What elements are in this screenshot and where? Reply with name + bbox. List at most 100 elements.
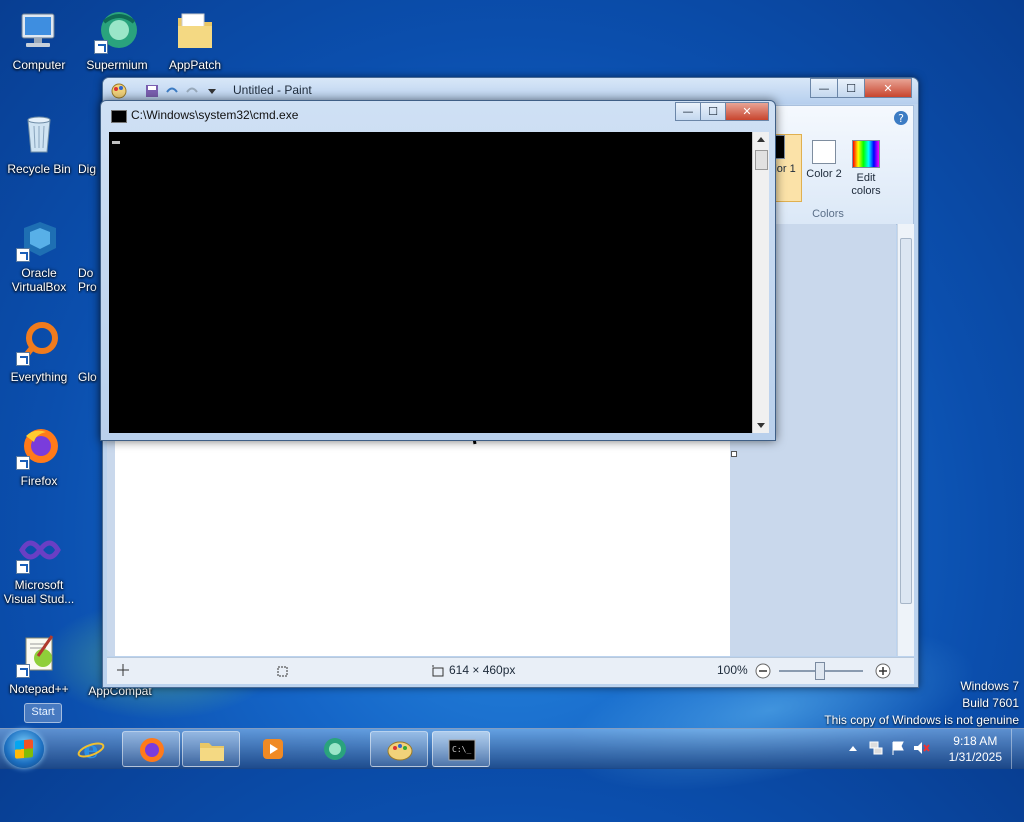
desktop-icon-visual-studio[interactable]: Microsoft Visual Stud... bbox=[0, 528, 78, 606]
supermium-icon bbox=[94, 8, 140, 54]
watermark-line: This copy of Windows is not genuine bbox=[824, 713, 1019, 727]
canvas-size-icon bbox=[432, 665, 444, 677]
action-center-flag-icon[interactable] bbox=[890, 740, 906, 756]
color1-button[interactable]: olor 1 bbox=[772, 134, 802, 202]
redo-icon[interactable] bbox=[185, 84, 199, 98]
cmd-window[interactable]: C:\Windows\system32\cmd.exe — ☐ ✕ bbox=[100, 100, 776, 441]
show-hidden-icons-icon[interactable] bbox=[848, 744, 858, 752]
taskbar-supermium[interactable] bbox=[306, 731, 364, 767]
media-player-icon bbox=[263, 739, 283, 759]
desktop-icon-label: Computer bbox=[12, 58, 66, 72]
system-tray: 9:18 AM 1/31/2025 bbox=[834, 729, 1024, 769]
cmd-scrollbar[interactable] bbox=[752, 132, 769, 433]
colors-group-label: Colors bbox=[812, 208, 844, 220]
desktop-icon-label: AppPatch bbox=[168, 58, 222, 72]
folder-icon bbox=[172, 8, 218, 54]
status-bar: 614 × 460px 100% bbox=[107, 657, 914, 684]
text-cursor bbox=[112, 141, 120, 144]
desktop-icon-do-pro[interactable]: Do Pro bbox=[78, 266, 102, 294]
supermium-icon bbox=[324, 738, 346, 760]
cmd-window-title: C:\Windows\system32\cmd.exe bbox=[131, 108, 299, 122]
desktop-icon-label: Oracle VirtualBox bbox=[11, 266, 67, 294]
show-desktop-button[interactable] bbox=[1011, 729, 1024, 769]
undo-icon[interactable] bbox=[165, 84, 179, 98]
color2-label: Color 2 bbox=[806, 168, 842, 180]
svg-text:C:\_: C:\_ bbox=[452, 745, 471, 754]
desktop-icon-computer[interactable]: Computer bbox=[0, 8, 78, 72]
selection-size-icon bbox=[277, 666, 288, 677]
vertical-scrollbar[interactable] bbox=[897, 224, 914, 656]
console-output[interactable] bbox=[109, 132, 752, 433]
shortcut-arrow-icon bbox=[94, 40, 108, 54]
desktop-icon-notepad-plus-plus[interactable]: Notepad++ bbox=[0, 632, 78, 696]
color2-swatch bbox=[812, 140, 836, 164]
canvas-resize-handle[interactable] bbox=[731, 451, 737, 457]
taskbar-firefox[interactable] bbox=[122, 731, 180, 767]
computer-icon bbox=[16, 8, 62, 54]
svg-text:?: ? bbox=[898, 112, 904, 125]
volume-muted-icon[interactable] bbox=[912, 740, 930, 756]
desktop-icon-dig[interactable]: Dig bbox=[78, 162, 102, 176]
edit-colors-label: Edit colors bbox=[851, 172, 881, 197]
shortcut-arrow-icon bbox=[16, 664, 30, 678]
start-tooltip: Start bbox=[24, 703, 62, 723]
network-icon[interactable] bbox=[868, 740, 884, 756]
taskbar-paint[interactable] bbox=[370, 731, 428, 767]
edit-colors-button[interactable]: Edit colors bbox=[846, 140, 886, 198]
desktop-icon-glo[interactable]: Glo bbox=[78, 370, 102, 384]
clock[interactable]: 9:18 AM 1/31/2025 bbox=[949, 733, 1002, 765]
taskbar-media-player[interactable] bbox=[244, 731, 302, 767]
minimize-button[interactable]: — bbox=[810, 78, 838, 98]
svg-text:e: e bbox=[83, 736, 98, 762]
maximize-button[interactable]: ☐ bbox=[700, 102, 726, 121]
maximize-button[interactable]: ☐ bbox=[837, 78, 865, 98]
zoom-out-icon[interactable] bbox=[755, 663, 771, 679]
taskbar-command-prompt[interactable]: C:\_ bbox=[432, 731, 490, 767]
internet-explorer-icon: e bbox=[77, 736, 105, 762]
taskbar-internet-explorer[interactable]: e bbox=[62, 731, 120, 767]
desktop-icon-label: Recycle Bin bbox=[7, 162, 71, 176]
shortcut-arrow-icon bbox=[16, 248, 30, 262]
recycle-bin-icon bbox=[16, 112, 62, 158]
color-spectrum-icon bbox=[852, 140, 880, 168]
scroll-down-icon[interactable] bbox=[756, 422, 766, 430]
save-icon[interactable] bbox=[145, 84, 159, 98]
desktop-icon-label: Supermium bbox=[86, 58, 148, 72]
taskbar-windows-explorer[interactable] bbox=[182, 731, 240, 767]
scrollbar-thumb[interactable] bbox=[755, 150, 768, 170]
shortcut-arrow-icon bbox=[16, 560, 30, 574]
watermark-line: Build 7601 bbox=[962, 696, 1019, 710]
desktop-icon-label: Firefox bbox=[20, 474, 58, 488]
paint-app-icon bbox=[111, 83, 127, 99]
firefox-icon bbox=[140, 738, 164, 762]
start-button[interactable] bbox=[4, 730, 44, 768]
desktop-icon-supermium[interactable]: Supermium bbox=[78, 8, 156, 72]
scroll-up-icon[interactable] bbox=[756, 135, 766, 143]
close-button[interactable]: ✕ bbox=[864, 78, 912, 98]
desktop-icon-apppatch[interactable]: AppPatch bbox=[156, 8, 234, 72]
paint-window-title: Untitled - Paint bbox=[233, 83, 312, 97]
clock-time: 9:18 AM bbox=[953, 734, 998, 748]
desktop-icon-recycle-bin[interactable]: Recycle Bin bbox=[0, 112, 78, 176]
chevron-down-icon[interactable] bbox=[207, 88, 217, 96]
color2-button[interactable]: Color 2 bbox=[804, 140, 844, 181]
desktop-icon-label: Glo bbox=[78, 370, 97, 384]
cmd-window-controls: — ☐ ✕ bbox=[675, 102, 769, 121]
move-cursor-icon bbox=[117, 664, 129, 676]
desktop-icon-firefox[interactable]: Firefox bbox=[0, 424, 78, 488]
desktop-icon-oracle-virtualbox[interactable]: Oracle VirtualBox bbox=[0, 216, 78, 294]
folder-icon bbox=[200, 743, 224, 761]
desktop-icon-everything[interactable]: Everything bbox=[0, 320, 78, 384]
canvas-dimensions: 614 × 460px bbox=[449, 663, 516, 677]
help-icon[interactable]: ? bbox=[893, 110, 909, 126]
everything-search-icon bbox=[16, 320, 62, 366]
taskbar: e C:\_ 9:18 AM 1/31/2025 bbox=[0, 728, 1024, 769]
paint-icon bbox=[387, 741, 413, 761]
zoom-in-icon[interactable] bbox=[875, 663, 891, 679]
desktop-icon-label: Microsoft Visual Stud... bbox=[3, 578, 75, 606]
close-button[interactable]: ✕ bbox=[725, 102, 769, 121]
scrollbar-thumb[interactable] bbox=[900, 238, 912, 604]
desktop-icon-label: Dig bbox=[78, 162, 97, 176]
minimize-button[interactable]: — bbox=[675, 102, 701, 121]
shortcut-arrow-icon bbox=[16, 352, 30, 366]
